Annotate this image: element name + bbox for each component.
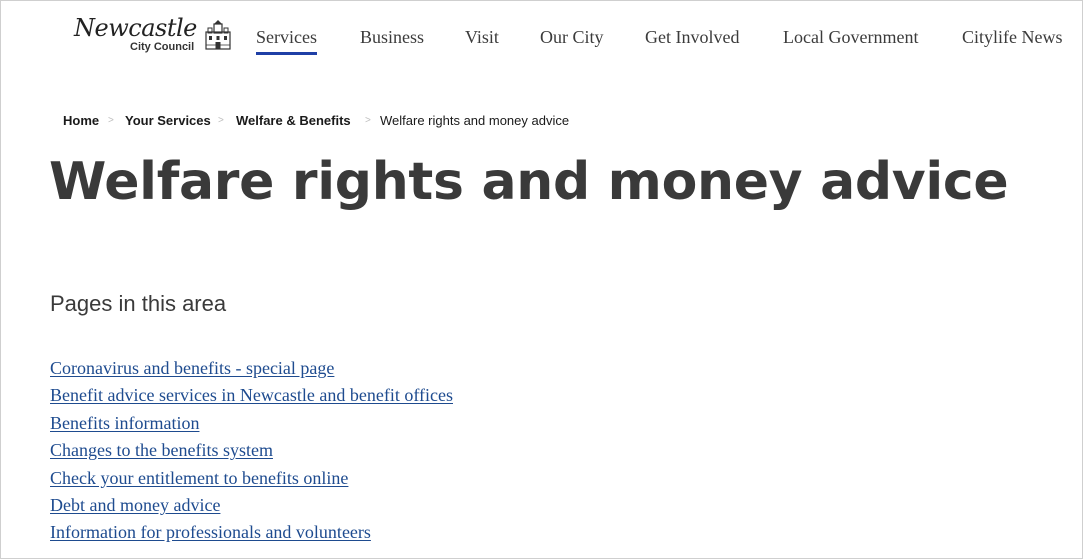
section-heading: Pages in this area <box>50 291 227 316</box>
link-check-entitlement[interactable]: Check your entitlement to benefits onlin… <box>50 468 348 488</box>
nav-item-visit[interactable]: Visit <box>465 26 499 48</box>
nav-item-local-government[interactable]: Local Government <box>783 26 918 48</box>
link-benefits-information[interactable]: Benefits information <box>50 413 199 433</box>
nav-item-get-involved[interactable]: Get Involved <box>645 26 739 48</box>
nav-item-citylife-news[interactable]: Citylife News <box>962 26 1063 48</box>
breadcrumb-separator: > <box>108 115 114 126</box>
logo-name: Newcastle <box>74 14 197 42</box>
list-item: Changes to the benefits system <box>50 438 453 465</box>
list-item: Debt and money advice <box>50 493 453 520</box>
nav-item-business[interactable]: Business <box>360 26 424 48</box>
list-item: Information for professionals and volunt… <box>50 520 453 547</box>
list-item: Benefit advice services in Newcastle and… <box>50 383 453 410</box>
breadcrumb-welfare-benefits[interactable]: Welfare & Benefits <box>236 113 351 128</box>
link-benefit-advice-services[interactable]: Benefit advice services in Newcastle and… <box>50 385 453 405</box>
link-professionals-volunteers[interactable]: Information for professionals and volunt… <box>50 522 371 542</box>
logo-subtitle: City Council <box>130 41 195 53</box>
breadcrumb-your-services[interactable]: Your Services <box>125 113 211 128</box>
breadcrumb-separator: > <box>218 115 224 126</box>
nav-item-services[interactable]: Services <box>256 26 317 55</box>
breadcrumb-home[interactable]: Home <box>63 113 99 128</box>
site-header: Newcastle City Council Services Business… <box>0 0 1083 62</box>
area-links-list: Coronavirus and benefits - special page … <box>50 356 453 548</box>
page-title: Welfare rights and money advice <box>49 152 1009 212</box>
site-logo[interactable]: Newcastle City Council <box>74 14 236 54</box>
breadcrumb-current: Welfare rights and money advice <box>380 113 570 128</box>
link-changes-benefits-system[interactable]: Changes to the benefits system <box>50 440 273 460</box>
list-item: Coronavirus and benefits - special page <box>50 356 453 383</box>
city-castle-icon <box>205 20 231 50</box>
breadcrumb-separator: > <box>365 115 371 126</box>
list-item: Check your entitlement to benefits onlin… <box>50 466 453 493</box>
list-item: Benefits information <box>50 411 453 438</box>
link-coronavirus-benefits[interactable]: Coronavirus and benefits - special page <box>50 358 334 378</box>
nav-item-our-city[interactable]: Our City <box>540 26 604 48</box>
link-debt-money-advice[interactable]: Debt and money advice <box>50 495 220 515</box>
